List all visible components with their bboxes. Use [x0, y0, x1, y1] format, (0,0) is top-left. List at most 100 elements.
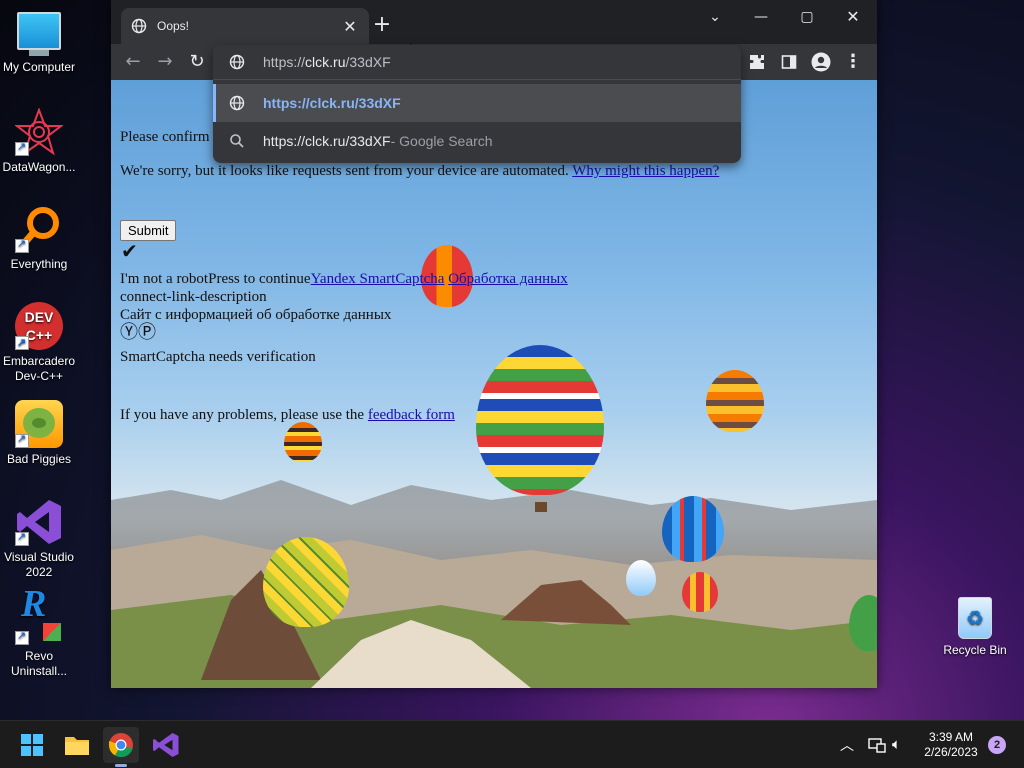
desktop-icon-label: Embarcadero Dev-C++ — [2, 354, 76, 383]
desktop-icon-everything[interactable]: Everything — [0, 205, 78, 272]
clock[interactable]: 3:39 AM 2/26/2023 — [916, 721, 986, 768]
chrome-taskbar-button[interactable] — [103, 727, 139, 767]
desktop-icon-label: Everything — [10, 257, 68, 271]
pig-icon — [15, 400, 63, 448]
volume-icon[interactable]: 🔈︎ — [892, 721, 912, 768]
balloon-decoration — [682, 572, 718, 612]
balloon-decoration — [706, 370, 764, 432]
suggestion-search-suffix: - Google Search — [390, 133, 493, 149]
desktop-icon-label: Bad Piggies — [6, 452, 72, 466]
checkbox-checkmark-icon[interactable]: ✔ — [121, 242, 138, 262]
show-hidden-icons-chevron-icon[interactable]: ︿ — [840, 721, 860, 768]
folder-icon — [65, 737, 89, 755]
problems-text: If you have any problems, please use the — [120, 407, 365, 423]
balloon-decoration — [284, 422, 322, 462]
file-explorer-button[interactable] — [59, 727, 95, 763]
omnibox-dropdown: https://clck.ru/33dXF https://clck.ru/33… — [213, 45, 741, 163]
visualstudio-icon — [15, 498, 63, 546]
chrome-icon — [109, 733, 133, 758]
suggestion-search[interactable]: https://clck.ru/33dXF - Google Search — [213, 122, 741, 160]
balloon-decoration — [662, 496, 724, 562]
yandex-logo-icon: Ⓨ — [120, 322, 138, 342]
feedback-link[interactable]: feedback form — [368, 407, 455, 423]
address-path: /33dXF — [345, 54, 391, 70]
monitor-icon — [17, 12, 61, 50]
balloon-decoration — [626, 560, 656, 596]
tab-strip: Oops! ✕ + ⌄ — ▢ ✕ — [111, 0, 877, 44]
shortcut-arrow-icon — [15, 629, 29, 645]
yandex-captcha-link[interactable]: Yandex SmartCaptcha — [311, 271, 445, 287]
shortcut-arrow-icon — [15, 530, 29, 546]
desktop-icon-visual-studio[interactable]: Visual Studio 2022 — [0, 498, 78, 580]
maximize-button[interactable]: ▢ — [785, 4, 829, 30]
shortcut-arrow-icon — [15, 237, 29, 253]
robot-line: I'm not a robotPress to continueYandex S… — [120, 270, 568, 288]
shortcut-arrow-icon — [15, 334, 29, 352]
address-prefix: https:// — [263, 54, 306, 70]
desktop-icon-bad-piggies[interactable]: Bad Piggies — [0, 400, 78, 467]
globe-icon — [229, 95, 245, 111]
visual-studio-taskbar-button[interactable] — [147, 727, 183, 763]
minimize-button[interactable]: — — [739, 4, 783, 30]
network-icon[interactable] — [868, 721, 888, 768]
site-info-text: Сайт с информацией об обработке данных — [120, 307, 392, 323]
windows-logo-icon — [21, 734, 43, 756]
clock-time: 3:39 AM — [928, 730, 974, 744]
extensions-icon[interactable] — [745, 50, 769, 74]
shortcut-arrow-icon — [15, 432, 29, 448]
sorry-text: We're sorry, but it looks like requests … — [120, 163, 569, 179]
close-window-button[interactable]: ✕ — [831, 4, 875, 30]
problems-paragraph: If you have any problems, please use the… — [120, 406, 455, 424]
start-button[interactable] — [14, 727, 50, 763]
shortcut-arrow-icon — [15, 140, 29, 156]
sorry-paragraph: We're sorry, but it looks like requests … — [120, 162, 719, 180]
smartcaptcha-logo: ⓎⓅ — [120, 323, 156, 341]
desktop-icon-devcpp[interactable]: DEVC++ Embarcadero Dev-C++ — [0, 302, 78, 384]
submit-button[interactable]: Submit — [120, 220, 177, 241]
side-panel-icon[interactable] — [777, 50, 801, 74]
needs-verification-text: SmartCaptcha needs verification — [120, 349, 316, 365]
back-button[interactable]: ← — [121, 50, 145, 74]
desktop-icon-label: Visual Studio 2022 — [4, 550, 74, 579]
tab-title: Oops! — [157, 19, 190, 33]
datawagon-icon — [14, 107, 64, 156]
address-bar[interactable]: https://clck.ru/33dXF — [213, 45, 741, 79]
address-host: clck.ru — [305, 54, 346, 70]
tab-close-icon[interactable]: ✕ — [341, 17, 359, 36]
new-tab-button[interactable]: + — [369, 12, 395, 38]
suggestion-url-text: https://clck.ru/33dXF — [263, 95, 401, 111]
desktop-icon-label: My Computer — [2, 60, 76, 74]
why-link[interactable]: Why might this happen? — [572, 163, 719, 179]
confirm-text: Please confirm — [120, 129, 210, 145]
desktop-icon-datawagon[interactable]: DataWagon... — [0, 107, 78, 175]
suggestion-search-text: https://clck.ru/33dXF — [263, 133, 391, 149]
forward-button[interactable]: → — [153, 50, 177, 74]
clock-date: 2/26/2023 — [924, 745, 978, 759]
balloon-basket — [535, 502, 547, 512]
desktop-icon-label: Recycle Bin — [943, 643, 1007, 657]
desktop-icon-recycle-bin[interactable]: ♻ Recycle Bin — [936, 597, 1014, 658]
desktop-icon-label: DataWagon... — [2, 160, 76, 174]
reload-button[interactable]: ↻ — [185, 50, 209, 74]
browser-window: Oops! ✕ + ⌄ — ▢ ✕ ← → ↻ ⋮ https://clck.r… — [111, 0, 877, 688]
visualstudio-icon — [153, 733, 179, 757]
recycle-bin-icon: ♻ — [958, 597, 992, 639]
desktop-icon-revo[interactable]: R Revo Uninstall... — [0, 585, 78, 679]
robot-text: I'm not a robotPress to continue — [120, 271, 311, 287]
notification-badge[interactable]: 2 — [988, 736, 1006, 754]
menu-kebab-icon[interactable]: ⋮ — [841, 50, 865, 74]
balloon-decoration — [263, 537, 349, 627]
globe-icon — [131, 18, 147, 34]
tab-oops[interactable]: Oops! ✕ — [121, 8, 369, 44]
tab-search-button[interactable]: ⌄ — [693, 4, 737, 30]
connect-description: connect-link-description — [120, 289, 267, 305]
desktop-icon-my-computer[interactable]: My Computer — [0, 10, 78, 75]
desktop-icon-label: Revo Uninstall... — [10, 649, 68, 678]
search-icon — [230, 134, 244, 148]
suggestion-url[interactable]: https://clck.ru/33dXF — [213, 84, 741, 122]
page-viewport: Please confirm We're sorry, but it looks… — [111, 80, 877, 688]
profile-icon[interactable] — [809, 50, 833, 74]
revo-icon: R — [15, 585, 63, 645]
site-info-globe-icon[interactable] — [229, 54, 245, 70]
data-processing-link[interactable]: Обработка данных — [448, 271, 568, 287]
